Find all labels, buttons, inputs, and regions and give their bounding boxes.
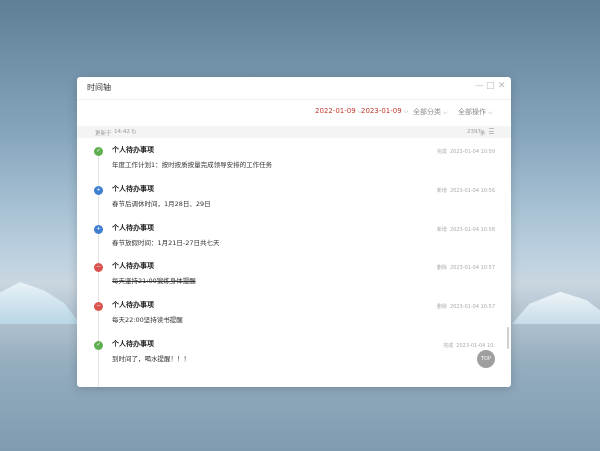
operation-filter[interactable]: 全部操作 ⌵ [458,107,493,117]
item-status: 新增 [436,187,447,194]
maximize-icon[interactable]: □ [486,82,495,91]
title-divider [77,99,511,100]
timeline-window: 时间轴 — □ ✕ 2022-01-09 ⌵ 2023-01-09 ⌵ 全部分类 ⌵ … [77,77,511,387]
item-description: 春节后调休时间，1月28日、29日 [112,199,211,208]
item-title: 个人待办事项 [112,340,154,348]
chevron-down-icon: ⌵ [443,109,448,116]
delete-icon: − [94,302,103,312]
delete-icon: − [94,263,103,273]
chevron-down-icon: ⌵ [403,108,409,115]
item-time: 2023-01-04 10: [456,343,495,349]
minimize-icon[interactable]: — [475,82,484,91]
item-status: 删除 [436,304,447,311]
chevron-down-icon: ⌵ [488,109,493,116]
plus-icon: + [94,224,103,234]
item-meta: 新增 2023-01-04 10:56 [437,187,495,194]
item-time: 2023-01-04 10:57 [449,265,495,272]
update-label: 更新于 [95,131,112,137]
item-meta: 完成 2023-01-04 10:59 [437,148,495,155]
refresh-icon[interactable]: ↻ [131,128,137,136]
check-icon: ✓ [94,341,103,350]
timeline-item[interactable]: + 个人待办事项春节放假时间：1月21日-27日共七天 新增 2023-01-04 1… [77,217,511,255]
item-title: 个人待办事项 [112,223,154,232]
item-time: 2023-01-04 10:59 [449,149,495,155]
timeline-list: ✓ 个人待办事项 年度工作计划1：按时按质按量完成领导安排的工作任务 完成 2023-0… [77,139,511,387]
start-date-picker[interactable]: 2022-01-09 ⌵ [315,107,362,116]
window-title: 时间轴 [87,83,111,92]
item-meta: 新增 2023-01-04 10:58 [437,226,495,233]
timeline-item[interactable]: + 个人待办事项春节后调休时间，1月28日、29日 新增 2023-01-04 10:… [77,178,511,216]
plus-icon: + [94,185,103,195]
item-description: 年度工作计划1：按时按质按量完成领导安排的工作任务 [112,161,273,169]
item-time: 2023-01-04 10:56 [449,187,495,194]
background-iceberg-right [512,291,600,324]
item-meta: 删除 2023-01-04 10:57 [437,264,495,271]
check-icon: ✓ [94,147,103,156]
list-icon[interactable] [489,128,494,134]
background-iceberg-left [0,282,80,324]
item-description: 每天22:00坚持读书提醒 [112,316,183,325]
timeline-item[interactable]: ✓ 个人待办事项年度工作计划1：按时按质按量完成领导安排的工作任务 完成 2023-0… [77,139,511,177]
end-date-picker[interactable]: 2023-01-09 ⌵ [361,107,408,116]
update-time: 14:42 [114,129,130,135]
item-description: 到时间了，喝水提醒！！！ [112,355,190,363]
item-meta: 完成 2023-01-04 10: [443,342,495,349]
filter-toolbar: 2022-01-09 ⌵ 2023-01-09 ⌵ 全部分类 ⌵ 全部操作 ⌵ [77,105,511,119]
category-filter[interactable]: 全部分类 ⌵ [413,107,448,117]
item-time: 2023-01-04 10:58 [449,226,495,233]
item-title: 个人待办事项 [112,301,154,310]
item-status: 完成 [443,343,454,349]
item-description: 每天坚持21:00锻炼身体提醒 [112,277,196,286]
item-title: 个人待办事项 [112,184,154,193]
record-count-unit: 条 [480,131,486,137]
title-bar[interactable]: 时间轴 — □ ✕ [77,77,511,99]
timeline-item[interactable]: − 个人待办事项每天22:00坚持读书提醒 删除 2023-01-04 10:57 [77,294,511,332]
record-count: 2397 [467,129,481,135]
item-meta: 删除 2023-01-04 10:57 [437,303,495,310]
timeline-item[interactable]: − 个人待办事项每天坚持21:00锻炼身体提醒 删除 2023-01-04 10:57 [77,255,511,293]
item-status: 删除 [436,265,447,272]
timeline-item[interactable]: ✓ 个人待办事项到时间了，喝水提醒！！！ 完成 2023-01-04 10: [77,333,511,371]
item-status: 新增 [436,226,447,233]
back-to-top-button[interactable]: TOP [477,350,495,368]
close-icon[interactable]: ✕ [498,82,506,91]
item-title: 个人待办事项 [112,262,154,271]
scrollbar-thumb[interactable] [507,327,509,349]
item-time: 2023-01-04 10:57 [449,304,495,311]
item-status: 完成 [436,149,447,155]
status-bar: 更新于 14:42 ↻ 2397 条 [77,126,511,138]
item-description: 春节放假时间：1月21日-27日共七天 [112,238,220,247]
item-title: 个人待办事项 [112,146,154,154]
